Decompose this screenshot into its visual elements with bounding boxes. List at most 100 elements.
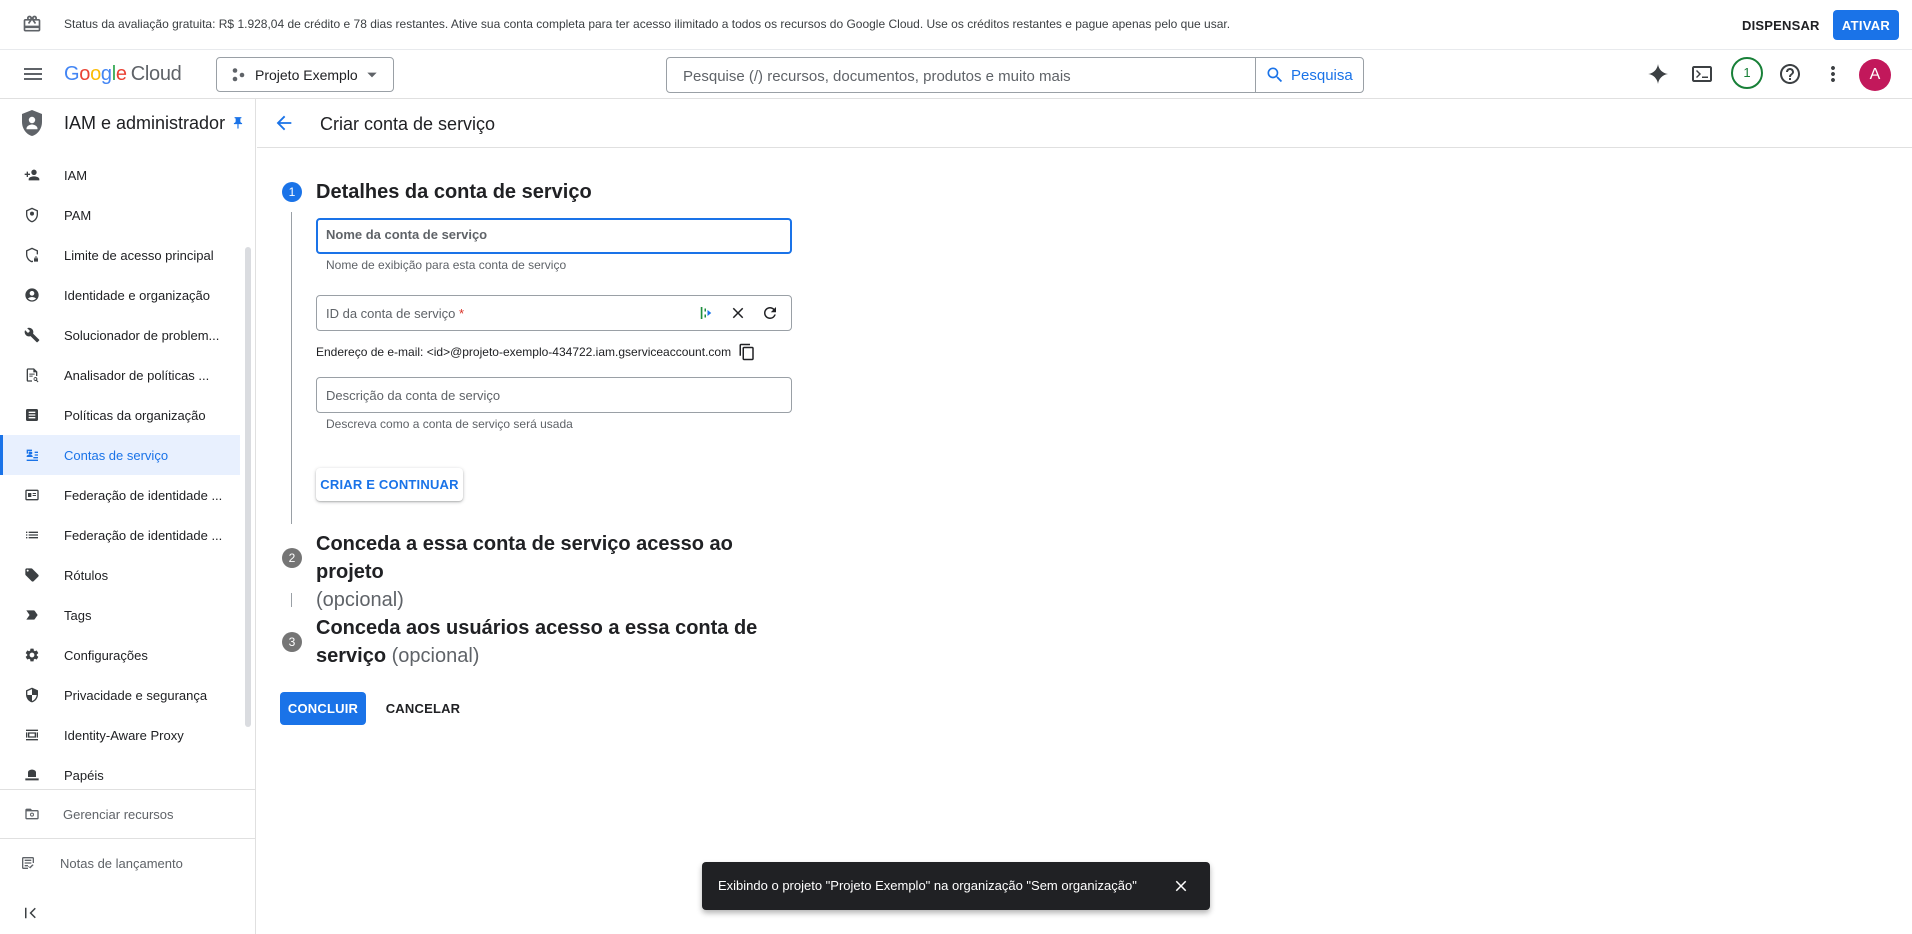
- sidebar-item-label: Rótulos: [64, 568, 109, 583]
- release-notes-icon: [20, 855, 36, 871]
- sidebar-item-label: Papéis: [64, 768, 104, 783]
- project-name: Projeto Exemplo: [255, 67, 358, 83]
- shield-lock-icon: [24, 247, 40, 263]
- proxy-icon: [24, 727, 40, 743]
- refresh-icon[interactable]: [761, 304, 779, 322]
- sidebar-item-pam[interactable]: PAM: [0, 195, 240, 235]
- email-address-text: Endereço de e-mail: <id>@projeto-exemplo…: [316, 345, 732, 359]
- list-icon: [24, 527, 40, 543]
- search-button[interactable]: Pesquisa: [1265, 65, 1353, 85]
- sidebar-item-service-accounts[interactable]: Contas de serviço: [0, 435, 240, 475]
- done-button[interactable]: CONCLUIR: [280, 692, 366, 725]
- project-picker[interactable]: Projeto Exemplo: [216, 57, 394, 92]
- sidebar-item-label: PAM: [64, 208, 92, 223]
- snackbar: Exibindo o projeto "Projeto Exemplo" na …: [702, 862, 1210, 910]
- sidebar-item-label: Federação de identidade ...: [64, 528, 223, 543]
- sidebar-item-label: Federação de identidade ...: [64, 488, 223, 503]
- more-vertical-icon[interactable]: [1821, 62, 1845, 86]
- policy-search-icon: [24, 367, 40, 383]
- sidebar-item-label: Privacidade e segurança: [64, 688, 208, 703]
- sidebar-scrollbar[interactable]: [245, 247, 251, 727]
- sidebar-item-workload-identity-federation[interactable]: Federação de identidade ...: [0, 475, 240, 515]
- sidebar-item-policy-analyzer[interactable]: Analisador de políticas ...: [0, 355, 240, 395]
- page-header: Criar conta de serviço: [257, 99, 1912, 148]
- dismiss-button[interactable]: DISPENSAR: [1730, 10, 1832, 40]
- project-nodes-icon: [231, 67, 247, 83]
- service-account-description-hint: Descreva como a conta de serviço será us…: [326, 417, 573, 431]
- gear-icon: [24, 647, 40, 663]
- sidebar-item-identity-aware-proxy[interactable]: Identity-Aware Proxy: [0, 715, 240, 755]
- sidebar-item-release-notes[interactable]: Notas de lançamento: [0, 838, 255, 886]
- help-icon[interactable]: [1778, 62, 1802, 86]
- copy-icon[interactable]: [738, 343, 756, 361]
- service-account-name-field[interactable]: Nome da conta de serviço: [316, 218, 792, 254]
- sidebar-item-identity-organization[interactable]: Identidade e organização: [0, 275, 240, 315]
- hamburger-menu-icon[interactable]: [20, 62, 46, 86]
- generate-id-icon[interactable]: [697, 304, 715, 322]
- sidebar-item-troubleshooter[interactable]: Solucionador de problem...: [0, 315, 240, 355]
- sidebar-item-label: Contas de serviço: [64, 448, 169, 463]
- search-bar[interactable]: Pesquise (/) recursos, documentos, produ…: [666, 57, 1364, 93]
- account-circle-icon: [24, 287, 40, 303]
- privacy-shield-icon: [24, 687, 40, 703]
- hat-icon: [24, 767, 40, 783]
- sidebar-item-label: Gerenciar recursos: [63, 807, 174, 822]
- sidebar-item-org-policies[interactable]: Políticas da organização: [0, 395, 240, 435]
- sidebar-section-title: IAM e administrador: [64, 113, 226, 133]
- wrench-icon: [24, 327, 40, 343]
- sidebar-item-labels[interactable]: Rótulos: [0, 555, 240, 595]
- service-account-icon: [24, 447, 40, 463]
- sidebar: IAM e administrador IAM PAM Limite de ac…: [0, 99, 256, 934]
- snackbar-text: Exibindo o projeto "Projeto Exemplo" na …: [718, 878, 1137, 893]
- sidebar-item-tags[interactable]: Tags: [0, 595, 240, 635]
- gemini-sparkle-icon[interactable]: [1646, 62, 1670, 86]
- service-account-id-field[interactable]: ID da conta de serviço *: [316, 295, 792, 331]
- caret-down-icon: [365, 68, 379, 82]
- notifications-badge[interactable]: 1: [1731, 57, 1763, 89]
- step-1-title: Detalhes da conta de serviço: [316, 181, 592, 203]
- activate-button[interactable]: ATIVAR: [1833, 10, 1899, 40]
- sidebar-item-label: Solucionador de problem...: [64, 328, 220, 343]
- sidebar-footer: Gerenciar recursos Notas de lançamento: [0, 789, 255, 886]
- sidebar-item-workforce-identity-federation[interactable]: Federação de identidade ...: [0, 515, 240, 555]
- sidebar-item-label: Identidade e organização: [64, 288, 211, 303]
- search-icon: [1265, 65, 1285, 85]
- close-icon[interactable]: [1172, 877, 1190, 895]
- back-arrow-icon[interactable]: [273, 112, 295, 134]
- pin-icon[interactable]: [231, 115, 245, 131]
- avatar[interactable]: A: [1859, 59, 1891, 91]
- collapse-sidebar-icon[interactable]: [22, 904, 40, 922]
- step-1-number: 1: [282, 182, 302, 202]
- search-input[interactable]: Pesquise (/) recursos, documentos, produ…: [683, 68, 1071, 85]
- cloud-shell-terminal-icon[interactable]: [1690, 62, 1714, 86]
- shield-icon: [24, 207, 40, 223]
- sidebar-item-manage-resources[interactable]: Gerenciar recursos: [0, 790, 255, 838]
- id-card-icon: [24, 487, 40, 503]
- sidebar-item-label: Limite de acesso principal: [64, 248, 214, 263]
- iam-shield-icon: [20, 109, 44, 137]
- step-2-number: 2: [282, 548, 302, 568]
- page-title: Criar conta de serviço: [320, 114, 496, 134]
- sidebar-item-principal-access-boundary[interactable]: Limite de acesso principal: [0, 235, 240, 275]
- sidebar-nav: IAM PAM Limite de acesso principal Ident…: [0, 155, 240, 795]
- step-2-title[interactable]: Conceda a essa conta de serviço acesso a…: [316, 530, 796, 614]
- sidebar-item-label: Tags: [64, 608, 92, 623]
- service-account-description-field[interactable]: Descrição da conta de serviço: [316, 377, 792, 413]
- service-account-id-label: ID da conta de serviço *: [326, 306, 465, 321]
- service-account-name-hint: Nome de exibição para esta conta de serv…: [326, 258, 567, 272]
- google-cloud-logo[interactable]: Google Cloud: [64, 63, 182, 86]
- label-tag-icon: [24, 567, 40, 583]
- sidebar-item-label: Identity-Aware Proxy: [64, 728, 184, 743]
- step-3-title[interactable]: Conceda aos usuários acesso a essa conta…: [316, 614, 796, 670]
- cancel-button[interactable]: CANCELAR: [378, 692, 468, 725]
- step-connector: [291, 212, 292, 524]
- clear-icon[interactable]: [729, 304, 747, 322]
- sidebar-item-label: Políticas da organização: [64, 408, 206, 423]
- top-header: Google Cloud Projeto Exemplo Pesquise (/)…: [0, 50, 1912, 99]
- sidebar-item-iam[interactable]: IAM: [0, 155, 240, 195]
- sidebar-item-settings[interactable]: Configurações: [0, 635, 240, 675]
- sidebar-item-privacy-security[interactable]: Privacidade e segurança: [0, 675, 240, 715]
- service-account-name-label: Nome da conta de serviço: [326, 227, 488, 242]
- create-and-continue-button[interactable]: CRIAR E CONTINUAR: [316, 468, 463, 501]
- service-account-description-label: Descrição da conta de serviço: [326, 388, 501, 403]
